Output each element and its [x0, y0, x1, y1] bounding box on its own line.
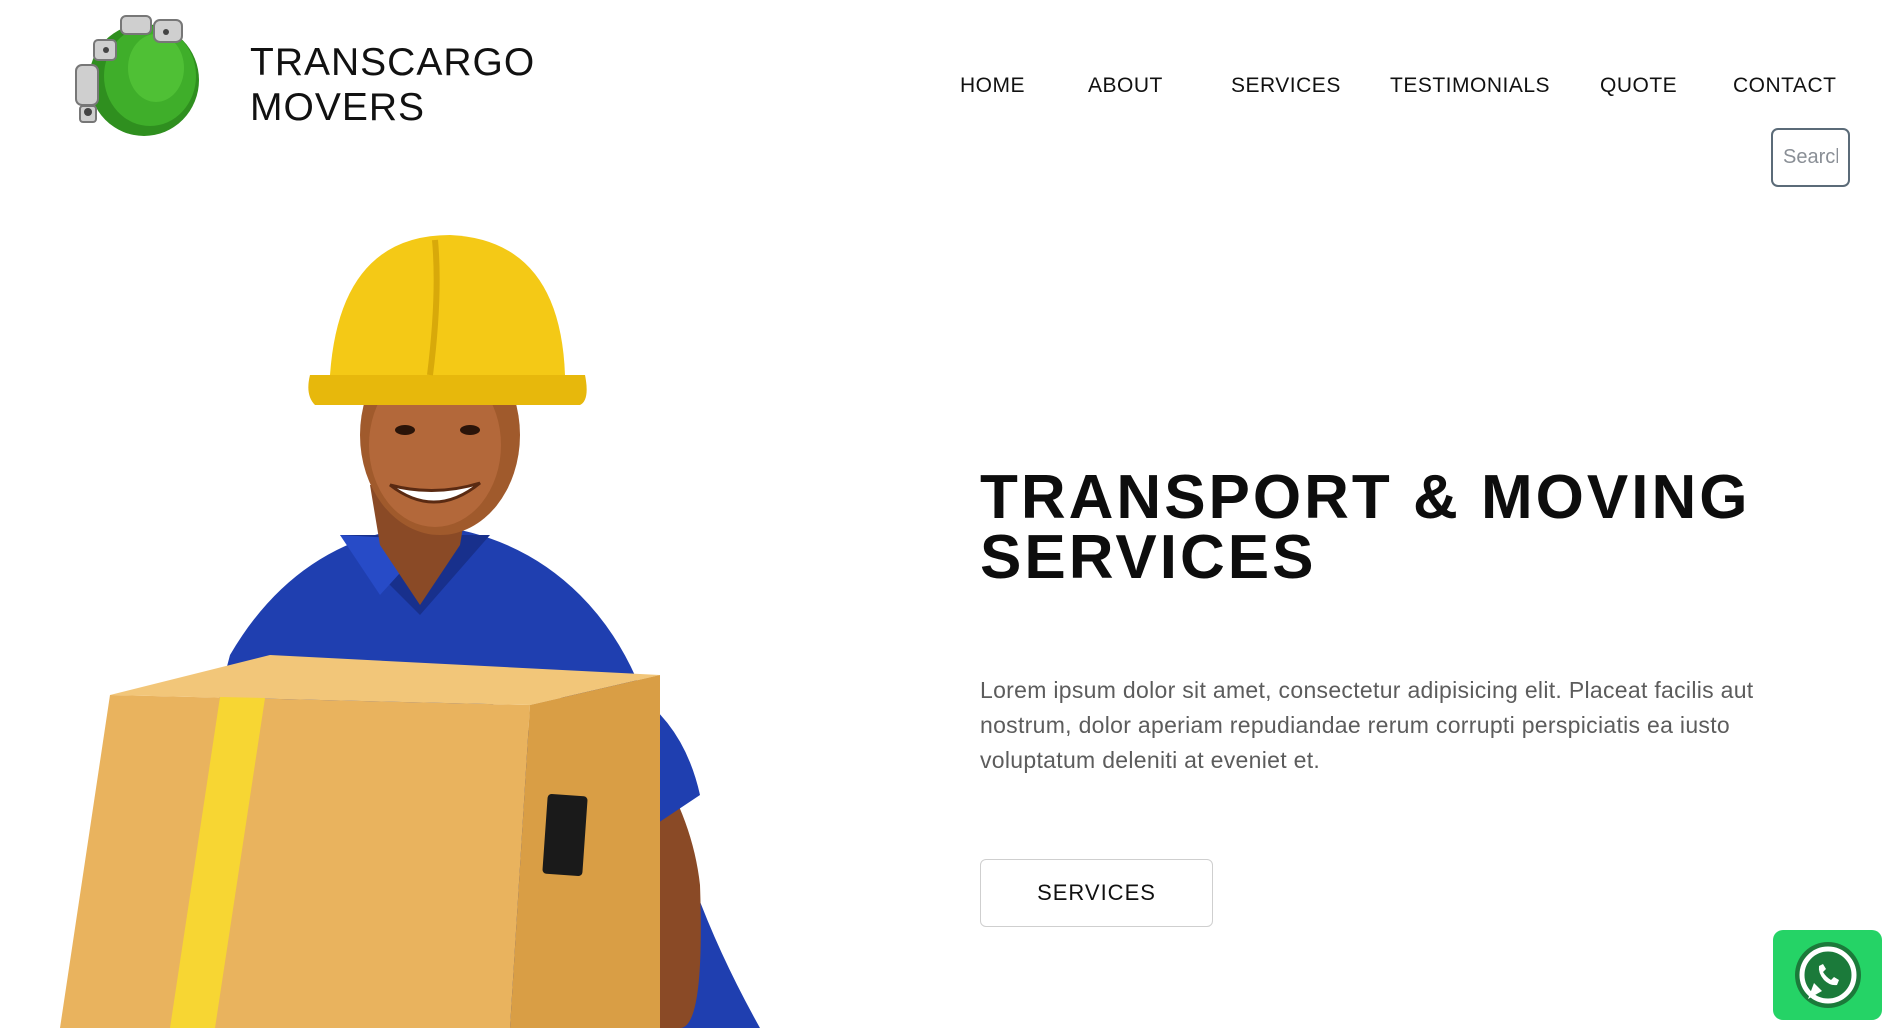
- whatsapp-icon: [1794, 942, 1861, 1008]
- whatsapp-button[interactable]: [1773, 930, 1882, 1020]
- nav-item-testimonials[interactable]: TESTIMONIALS: [1390, 74, 1550, 98]
- hero-title-line-1: TRANSPORT & MOVING: [980, 463, 1751, 532]
- hero-title: TRANSPORT & MOVING SERVICES: [980, 463, 1780, 592]
- nav-item-home[interactable]: HOME: [960, 74, 1025, 98]
- hero-description: Lorem ipsum dolor sit amet, consectetur …: [980, 677, 1754, 773]
- brand-line-1: TRANSCARGO: [250, 41, 536, 84]
- nav-item-contact[interactable]: CONTACT: [1733, 74, 1836, 98]
- hero-title-line-2: SERVICES: [980, 523, 1317, 592]
- main-nav: HOME ABOUT SERVICES TESTIMONIALS QUOTE C…: [960, 74, 1840, 102]
- page: TRANSCARGO MOVERS HOME ABOUT SERVICES TE…: [0, 0, 1898, 1028]
- nav-item-quote[interactable]: QUOTE: [1600, 74, 1677, 98]
- nav-item-about[interactable]: ABOUT: [1088, 74, 1163, 98]
- delivery-worker-illustration: [40, 235, 800, 1028]
- logo-icon[interactable]: [66, 10, 206, 138]
- brand-name[interactable]: TRANSCARGO MOVERS: [250, 40, 535, 130]
- services-button[interactable]: SERVICES: [980, 859, 1213, 927]
- nav-item-services[interactable]: SERVICES: [1231, 74, 1341, 98]
- brand-line-2: MOVERS: [250, 86, 426, 129]
- search-input[interactable]: [1771, 128, 1850, 187]
